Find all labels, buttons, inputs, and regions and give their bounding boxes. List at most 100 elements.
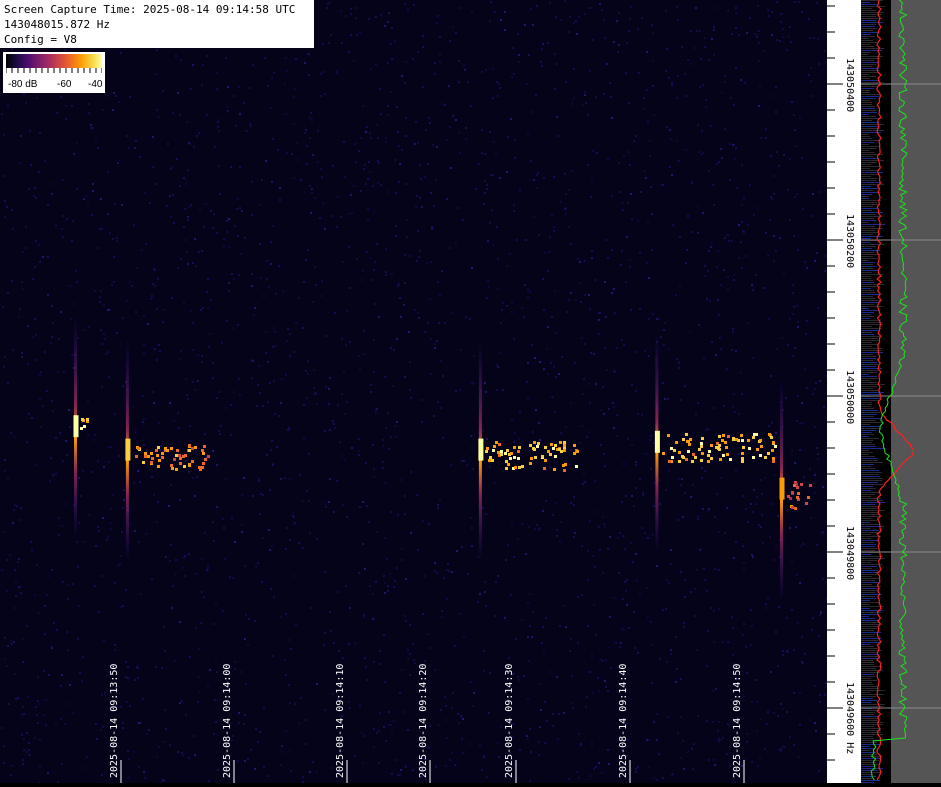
noise-pixel xyxy=(329,611,331,613)
noise-pixel xyxy=(340,10,342,12)
noise-pixel xyxy=(370,68,372,70)
spectrum-noise-bar xyxy=(861,504,875,505)
noise-pixel xyxy=(137,677,139,679)
noise-pixel xyxy=(404,711,406,713)
noise-pixel xyxy=(337,196,339,198)
spectrum-noise-bar xyxy=(861,378,878,379)
noise-pixel xyxy=(266,454,268,456)
noise-pixel xyxy=(484,382,486,384)
noise-pixel xyxy=(358,355,360,357)
noise-pixel xyxy=(439,53,441,55)
noise-pixel xyxy=(816,544,818,546)
noise-pixel xyxy=(446,569,448,571)
noise-pixel xyxy=(152,136,154,138)
signal-pixel xyxy=(161,452,164,455)
noise-pixel xyxy=(822,531,824,533)
noise-pixel xyxy=(383,634,385,636)
noise-pixel xyxy=(123,499,125,501)
noise-pixel xyxy=(209,333,211,335)
noise-pixel xyxy=(155,666,157,668)
noise-pixel xyxy=(115,95,117,97)
noise-pixel xyxy=(274,345,276,347)
spectrum-noise-bar xyxy=(861,510,885,511)
noise-pixel xyxy=(1,727,3,729)
noise-pixel xyxy=(620,264,622,266)
noise-pixel xyxy=(777,715,779,717)
spectrum-noise-bar xyxy=(861,116,876,117)
noise-pixel xyxy=(497,288,499,290)
noise-pixel xyxy=(441,270,443,272)
spectrum-noise-bar xyxy=(861,288,871,289)
spectrum-noise-bar xyxy=(861,138,872,139)
noise-pixel xyxy=(34,594,36,596)
spectrum-noise-bar xyxy=(861,248,872,249)
noise-pixel xyxy=(212,450,214,452)
noise-pixel xyxy=(461,546,463,548)
noise-pixel xyxy=(311,188,313,190)
noise-pixel xyxy=(205,203,207,205)
noise-pixel xyxy=(611,249,613,251)
noise-pixel xyxy=(637,220,639,222)
spectrum-noise-bar xyxy=(861,112,877,113)
noise-pixel xyxy=(430,338,432,340)
noise-pixel xyxy=(755,274,757,276)
noise-pixel xyxy=(382,445,384,447)
noise-pixel xyxy=(30,541,32,543)
noise-pixel xyxy=(427,633,429,635)
noise-pixel xyxy=(376,408,378,410)
noise-pixel xyxy=(243,723,245,725)
noise-pixel xyxy=(3,762,5,764)
spectrum-noise-bar xyxy=(861,252,874,253)
signal-pixel xyxy=(513,456,516,459)
spectrum-noise-bar xyxy=(861,330,880,331)
noise-pixel xyxy=(429,122,431,124)
spectrum-noise-bar xyxy=(861,244,884,245)
noise-pixel xyxy=(306,145,308,147)
noise-pixel xyxy=(218,165,220,167)
spectrum-noise-bar xyxy=(861,548,877,549)
noise-pixel xyxy=(770,155,772,157)
noise-pixel xyxy=(791,561,793,563)
noise-pixel xyxy=(544,701,546,703)
noise-pixel xyxy=(500,726,502,728)
noise-pixel xyxy=(519,749,521,751)
noise-pixel xyxy=(419,250,421,252)
noise-pixel xyxy=(280,764,282,766)
noise-pixel xyxy=(250,749,252,751)
noise-pixel xyxy=(545,617,547,619)
noise-pixel xyxy=(391,58,393,60)
noise-pixel xyxy=(702,84,704,86)
noise-pixel xyxy=(287,429,289,431)
noise-pixel xyxy=(376,531,378,533)
noise-pixel xyxy=(652,85,654,87)
noise-pixel xyxy=(304,62,306,64)
noise-pixel xyxy=(14,607,16,609)
noise-pixel xyxy=(653,777,655,779)
noise-pixel xyxy=(785,397,787,399)
noise-pixel xyxy=(628,627,630,629)
noise-pixel xyxy=(17,697,19,699)
signal-pixel xyxy=(135,455,138,458)
signal-pixel xyxy=(764,456,767,459)
spectrum-noise-bar xyxy=(861,654,879,655)
noise-pixel xyxy=(420,178,422,180)
noise-pixel xyxy=(39,739,41,741)
noise-pixel xyxy=(91,471,93,473)
noise-pixel xyxy=(284,477,286,479)
noise-pixel xyxy=(472,468,474,470)
spectrum-noise-bar xyxy=(861,276,871,277)
spectrum-noise-bar xyxy=(861,770,878,771)
noise-pixel xyxy=(458,722,460,724)
signal-pixel xyxy=(183,465,186,468)
noise-pixel xyxy=(379,650,381,652)
noise-pixel xyxy=(170,484,172,486)
signal-pixel xyxy=(509,457,512,460)
spectrum-noise-bar xyxy=(861,738,874,739)
noise-pixel xyxy=(713,26,715,28)
noise-pixel xyxy=(483,757,485,759)
noise-pixel xyxy=(716,457,718,459)
noise-pixel xyxy=(705,106,707,108)
noise-pixel xyxy=(813,37,815,39)
noise-pixel xyxy=(405,135,407,137)
noise-pixel xyxy=(536,174,538,176)
